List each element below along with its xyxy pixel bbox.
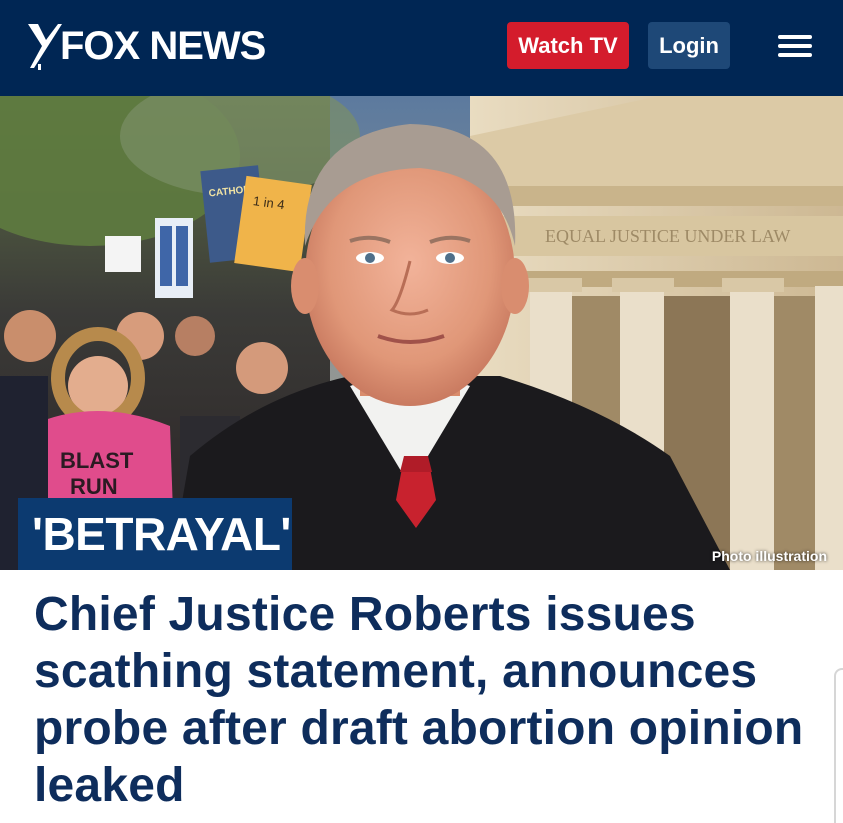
building-inscription: EQUAL JUSTICE UNDER LAW <box>545 226 790 246</box>
article-headline[interactable]: Chief Justice Roberts issues scathing st… <box>34 586 824 814</box>
login-button[interactable]: Login <box>648 22 730 69</box>
adjacent-card-edge <box>834 668 843 823</box>
watch-tv-button[interactable]: Watch TV <box>507 22 629 69</box>
fox-logo-mark-icon <box>28 24 62 70</box>
hamburger-menu-icon[interactable] <box>778 35 812 57</box>
photo-credit: Photo illustration <box>711 548 827 564</box>
logo-text: FOX NEWS <box>60 24 266 68</box>
fox-news-logo[interactable]: FOX NEWS <box>24 18 294 74</box>
betrayal-banner-text: 'BETRAYAL' <box>32 508 291 560</box>
site-header: FOX NEWS Watch TV Login <box>0 0 843 96</box>
svg-text:RUN: RUN <box>70 474 118 499</box>
svg-text:BLAST: BLAST <box>60 448 134 473</box>
